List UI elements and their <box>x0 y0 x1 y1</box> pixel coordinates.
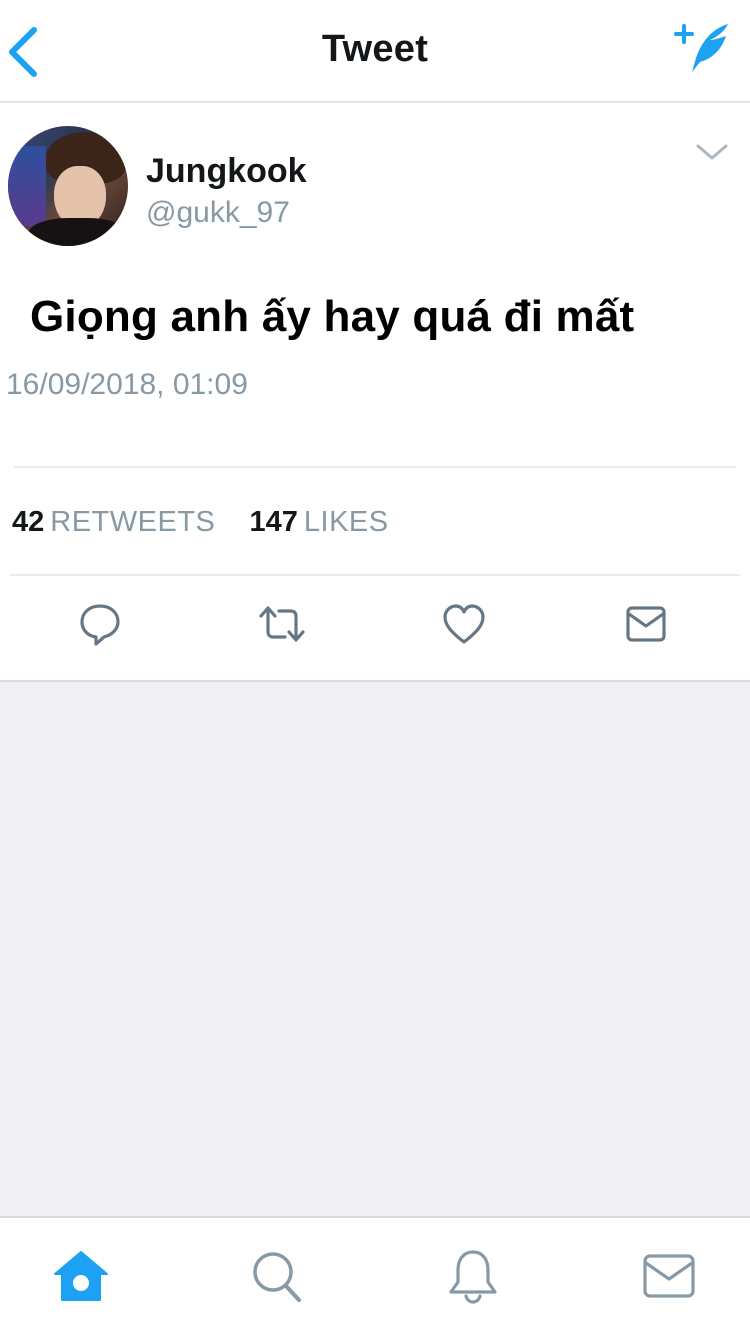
divider <box>14 466 736 468</box>
tweet-timestamp: 16/09/2018, 01:09 <box>6 368 248 401</box>
retweet-button[interactable] <box>254 596 310 656</box>
compose-tweet-icon <box>674 24 728 72</box>
divider <box>10 574 740 576</box>
tab-search[interactable] <box>242 1246 312 1312</box>
tweet-actions-bar <box>0 596 750 666</box>
chevron-down-icon <box>696 144 728 160</box>
replies-area <box>0 680 750 1216</box>
compose-tweet-button[interactable] <box>664 16 736 80</box>
reply-icon <box>80 604 120 646</box>
tweet-options-button[interactable] <box>690 136 734 170</box>
messages-icon <box>643 1254 695 1298</box>
page-title: Tweet <box>321 28 429 70</box>
tweet-stats: 42 RETWEETS 147 LIKES <box>12 506 389 539</box>
like-button[interactable] <box>436 596 492 656</box>
likes-label: LIKES <box>303 506 389 538</box>
retweets-count: 42 <box>12 506 45 538</box>
notifications-icon <box>449 1250 497 1304</box>
home-icon <box>54 1251 108 1301</box>
avatar[interactable] <box>8 126 128 246</box>
bottom-tab-bar <box>0 1216 750 1334</box>
retweets-label: RETWEETS <box>50 506 216 538</box>
author-display-name[interactable]: Jungkook <box>146 152 307 191</box>
share-icon <box>626 606 666 642</box>
retweets-stat[interactable]: 42 RETWEETS <box>12 506 223 538</box>
tweet-text: Giọng anh ấy hay quá đi mất <box>30 292 635 341</box>
likes-stat[interactable]: 147 LIKES <box>241 506 389 538</box>
tab-home[interactable] <box>46 1246 116 1312</box>
reply-button[interactable] <box>72 596 128 656</box>
like-icon <box>443 604 485 644</box>
likes-count: 147 <box>249 506 298 538</box>
tab-messages[interactable] <box>634 1246 704 1312</box>
share-via-message-button[interactable] <box>618 596 674 656</box>
tweet-detail-screen: Tweet Jungkook @gukk_97 Giọng anh ấy hay… <box>0 0 750 1334</box>
navigation-header: Tweet <box>0 0 750 103</box>
search-icon <box>253 1252 301 1302</box>
author-handle[interactable]: @gukk_97 <box>146 196 290 230</box>
tab-notifications[interactable] <box>438 1246 508 1312</box>
retweet-icon <box>259 606 305 642</box>
